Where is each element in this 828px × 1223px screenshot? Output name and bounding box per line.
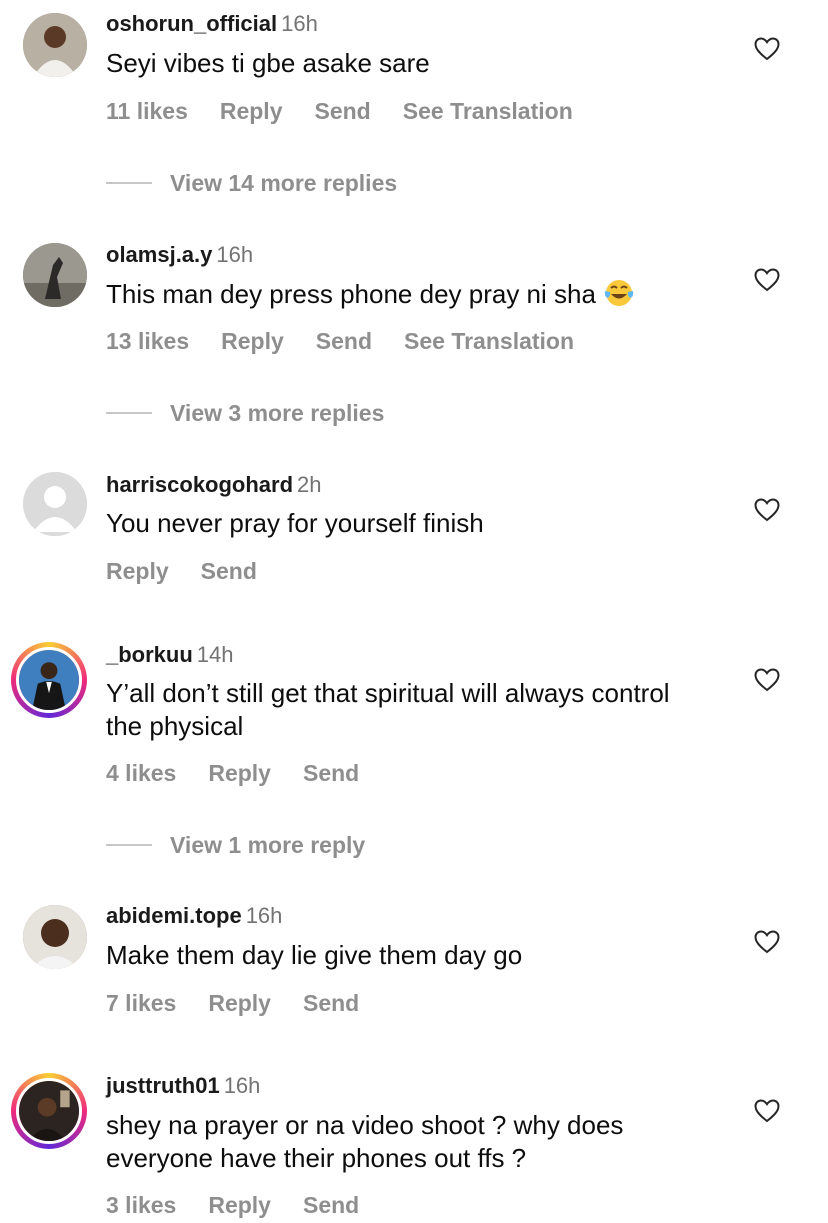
like-heart-icon[interactable]: [754, 668, 780, 692]
replies-divider: [106, 412, 152, 414]
view-more-replies[interactable]: View 3 more replies: [106, 398, 384, 428]
comment-username[interactable]: justtruth01: [106, 1073, 220, 1098]
like-heart-icon[interactable]: [754, 37, 780, 61]
comment-username[interactable]: _borkuu: [106, 642, 193, 667]
like-heart-icon[interactable]: [754, 498, 780, 522]
comment-time: 16h: [245, 903, 283, 928]
view-replies-label: View 1 more reply: [170, 831, 366, 858]
avatar[interactable]: [23, 13, 87, 77]
comment-text: Y’all don’t still get that spiritual wil…: [106, 678, 670, 741]
likes-count[interactable]: 11 likes: [106, 98, 188, 124]
send-button[interactable]: Send: [201, 558, 257, 584]
reply-button[interactable]: Reply: [221, 328, 284, 354]
default-avatar-icon[interactable]: [23, 472, 87, 536]
reply-button[interactable]: Reply: [208, 1192, 271, 1218]
send-button[interactable]: Send: [303, 990, 359, 1016]
comment-time: 16h: [216, 242, 254, 267]
view-more-replies[interactable]: View 14 more replies: [106, 168, 397, 198]
likes-count[interactable]: 7 likes: [106, 990, 176, 1016]
replies-divider: [106, 182, 152, 184]
comment-text: You never pray for yourself finish: [106, 508, 484, 538]
send-button[interactable]: Send: [315, 98, 371, 124]
view-replies-label: View 14 more replies: [170, 169, 398, 196]
like-heart-icon[interactable]: [754, 930, 780, 954]
comment-time: 16h: [223, 1073, 261, 1098]
view-more-replies[interactable]: View 1 more reply: [106, 830, 365, 860]
comment-time: 16h: [281, 11, 318, 36]
send-button[interactable]: Send: [303, 760, 359, 786]
avatar-story-ring[interactable]: [11, 642, 87, 718]
comment-username[interactable]: abidemi.tope: [106, 903, 242, 928]
see-translation-button[interactable]: See Translation: [404, 328, 574, 354]
avatar[interactable]: [23, 905, 87, 969]
replies-divider: [106, 844, 152, 846]
send-button[interactable]: Send: [316, 328, 372, 354]
avatar-story-ring[interactable]: [11, 1073, 87, 1149]
like-heart-icon[interactable]: [754, 1099, 780, 1123]
comment-text: Seyi vibes ti gbe asake sare: [106, 48, 430, 78]
send-button[interactable]: Send: [303, 1192, 359, 1218]
comment-time: 2h: [297, 472, 322, 497]
comment-text: Make them day lie give them day go: [106, 940, 523, 970]
comment-username[interactable]: harriscokogohard: [106, 472, 293, 497]
reply-button[interactable]: Reply: [208, 760, 271, 786]
comment-text: This man dey press phone dey pray ni sha: [106, 279, 596, 309]
comment-username[interactable]: olamsj.a.y: [106, 242, 212, 267]
comment-time: 14h: [196, 642, 234, 667]
likes-count[interactable]: 13 likes: [106, 328, 189, 354]
reply-button[interactable]: Reply: [208, 990, 271, 1016]
view-replies-label: View 3 more replies: [170, 399, 385, 426]
avatar[interactable]: [23, 243, 87, 307]
see-translation-button[interactable]: See Translation: [403, 98, 573, 124]
likes-count[interactable]: 4 likes: [106, 760, 176, 786]
likes-count[interactable]: 3 likes: [106, 1192, 176, 1218]
comment-text: shey na prayer or na video shoot ? why d…: [106, 1110, 624, 1173]
comment-username[interactable]: oshorun_official: [106, 11, 277, 36]
reply-button[interactable]: Reply: [106, 558, 169, 584]
like-heart-icon[interactable]: [754, 268, 780, 292]
tears-of-joy-emoji-icon: [603, 277, 635, 309]
reply-button[interactable]: Reply: [220, 98, 283, 124]
